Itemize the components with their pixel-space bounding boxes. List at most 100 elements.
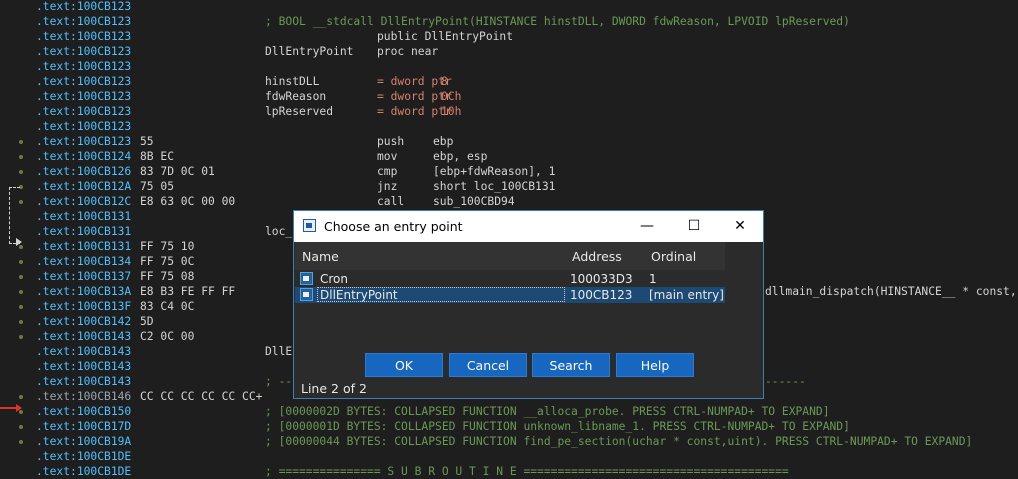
code-line[interactable]: .text:100CB123 DllEntryPoint proc near — [0, 44, 1018, 59]
code-line[interactable]: .text:100CB123 — [0, 119, 1018, 134]
segment-prefix: .text: — [36, 210, 77, 223]
cancel-button[interactable]: Cancel — [449, 353, 527, 377]
status-text: Line 2 of 2 — [301, 381, 367, 396]
address[interactable]: .text:100CB123 — [36, 104, 131, 119]
address[interactable]: .text:100CB12A — [36, 179, 131, 194]
address[interactable]: .text:100CB123 — [36, 44, 131, 59]
code-line[interactable]: .text:100CB123 — [0, 0, 1018, 14]
address-value: 100CB123 — [76, 120, 132, 133]
code-line[interactable]: .text:100CB123 ; BOOL __stdcall DllEntryP… — [0, 14, 1018, 29]
code-line[interactable]: .text:100CB123 public DllEntryPoint — [0, 29, 1018, 44]
address[interactable]: .text:100CB19A — [36, 434, 131, 449]
address[interactable]: .text:100CB150 — [36, 404, 131, 419]
opcode-bytes: FF 75 10 — [140, 240, 195, 253]
address[interactable]: .text:100CB1DE — [36, 464, 131, 479]
entry-point-dialog[interactable]: Choose an entry point — ☐ ✕ Name Address… — [293, 210, 764, 399]
column-header-ordinal[interactable]: Ordinal — [651, 249, 696, 264]
address[interactable]: .text:100CB13F — [36, 299, 131, 314]
address[interactable]: .text:100CB126 — [36, 164, 131, 179]
code-line[interactable]: .text:100CB126 83 7D 0C 01 cmp [ebp+fdwReas… — [0, 164, 1018, 179]
address[interactable]: .text:100CB143 — [36, 359, 131, 374]
segment-prefix: .text: — [36, 135, 77, 148]
address[interactable]: .text:100CB123 — [36, 0, 131, 14]
breakpoint-dot-icon[interactable] — [19, 170, 23, 174]
entry-address: 100033D3 — [570, 272, 633, 286]
address[interactable]: .text:100CB123 — [36, 134, 131, 149]
address-value: 100CB123 — [76, 60, 132, 73]
list-item-selected[interactable]: DllEntryPoint 100CB123 [main entry] — [295, 287, 725, 303]
breakpoint-dot-icon[interactable] — [19, 425, 23, 429]
address[interactable]: .text:100CB131 — [36, 209, 131, 224]
code-line[interactable]: .text:100CB123 — [0, 59, 1018, 74]
address-value: 100CB123 — [76, 135, 132, 148]
minimize-button[interactable]: — — [624, 211, 670, 242]
code-comment: ; [0000002D BYTES: COLLAPSED FUNCTION __… — [265, 405, 830, 418]
opcode-bytes: 83 7D 0C 01 — [140, 165, 215, 178]
code-line[interactable]: .text:100CB124 8B EC mov ebp, esp — [0, 149, 1018, 164]
breakpoint-dot-icon[interactable] — [19, 275, 23, 279]
address[interactable]: .text:100CB123 — [36, 59, 131, 74]
jump-arrow — [9, 187, 20, 244]
code-line[interactable]: .text:100CB19A ; [00000044 BYTES: COLLAPS… — [0, 434, 1018, 449]
ok-button[interactable]: OK — [365, 353, 443, 377]
address[interactable]: .text:100CB143 — [36, 329, 131, 344]
code-comment: ; BOOL __stdcall DllEntryPoint(HINSTANCE… — [265, 15, 850, 28]
address[interactable]: .text:100CB137 — [36, 269, 131, 284]
segment-prefix: .text: — [36, 270, 77, 283]
address-value: 100CB131 — [76, 240, 132, 253]
code-line[interactable]: .text:100CB123 lpReserved = dword ptr 10h — [0, 104, 1018, 119]
code-line[interactable]: .text:100CB123 fdwReason = dword ptr 0Ch — [0, 89, 1018, 104]
function-icon — [300, 288, 313, 301]
code-line[interactable]: .text:100CB123 55 push ebp — [0, 134, 1018, 149]
breakpoint-dot-icon[interactable] — [19, 320, 23, 324]
address-value: 100CB12A — [76, 180, 132, 193]
search-button[interactable]: Search — [532, 353, 610, 377]
breakpoint-dot-icon[interactable] — [19, 335, 23, 339]
address[interactable]: .text:100CB131 — [36, 224, 131, 239]
entry-name: DllEntryPoint — [320, 288, 398, 302]
column-header-address[interactable]: Address — [572, 249, 622, 264]
breakpoint-dot-icon[interactable] — [19, 260, 23, 264]
list-item[interactable]: Cron 100033D3 1 — [295, 271, 725, 287]
address[interactable]: .text:100CB134 — [36, 254, 131, 269]
breakpoint-dot-icon[interactable] — [19, 305, 23, 309]
address[interactable]: .text:100CB123 — [36, 29, 131, 44]
address[interactable]: .text:100CB142 — [36, 314, 131, 329]
address[interactable]: .text:100CB131 — [36, 239, 131, 254]
help-button[interactable]: Help — [616, 353, 694, 377]
address-value: 100CB134 — [76, 255, 132, 268]
breakpoint-dot-icon[interactable] — [19, 290, 23, 294]
close-button[interactable]: ✕ — [717, 211, 763, 242]
code-line[interactable]: .text:100CB12A 75 05 jnz short loc_100CB131 — [0, 179, 1018, 194]
maximize-button[interactable]: ☐ — [671, 211, 717, 242]
breakpoint-dot-icon[interactable] — [19, 440, 23, 444]
breakpoint-dot-icon[interactable] — [19, 140, 23, 144]
address[interactable]: .text:100CB123 — [36, 119, 131, 134]
entry-point-list[interactable]: Name Address Ordinal Cron 100033D3 1 Dll… — [295, 242, 725, 342]
column-header-name[interactable]: Name — [302, 249, 339, 264]
address[interactable]: .text:100CB12C — [36, 194, 131, 209]
code-line[interactable]: .text:100CB12C E8 63 0C 00 00 call sub_100C… — [0, 194, 1018, 209]
address[interactable]: .text:100CB123 — [36, 89, 131, 104]
segment-prefix: .text: — [36, 15, 77, 28]
code-line[interactable]: .text:100CB150 ; [0000002D BYTES: COLLAPS… — [0, 404, 1018, 419]
address[interactable]: .text:100CB143 — [36, 344, 131, 359]
code-line[interactable]: .text:100CB1DE — [0, 449, 1018, 464]
address[interactable]: .text:100CB1DE — [36, 449, 131, 464]
segment-prefix: .text: — [36, 90, 77, 103]
breakpoint-dot-icon[interactable] — [19, 155, 23, 159]
address-value: 100CB123 — [76, 75, 132, 88]
code-line[interactable]: .text:100CB1DE ; =============== S U B R … — [0, 464, 1018, 479]
address[interactable]: .text:100CB143 — [36, 374, 131, 389]
address[interactable]: .text:100CB13A — [36, 284, 131, 299]
breakpoint-dot-icon[interactable] — [19, 395, 23, 399]
address[interactable]: .text:100CB146 — [36, 389, 131, 404]
address[interactable]: .text:100CB124 — [36, 149, 131, 164]
dialog-title-bar[interactable]: Choose an entry point — ☐ ✕ — [294, 211, 763, 242]
code-line[interactable]: .text:100CB123 hinstDLL = dword ptr 8 — [0, 74, 1018, 89]
address[interactable]: .text:100CB123 — [36, 74, 131, 89]
address[interactable]: .text:100CB17D — [36, 419, 131, 434]
address[interactable]: .text:100CB123 — [36, 14, 131, 29]
segment-prefix: .text: — [36, 255, 77, 268]
code-line[interactable]: .text:100CB17D ; [0000001D BYTES: COLLAPS… — [0, 419, 1018, 434]
